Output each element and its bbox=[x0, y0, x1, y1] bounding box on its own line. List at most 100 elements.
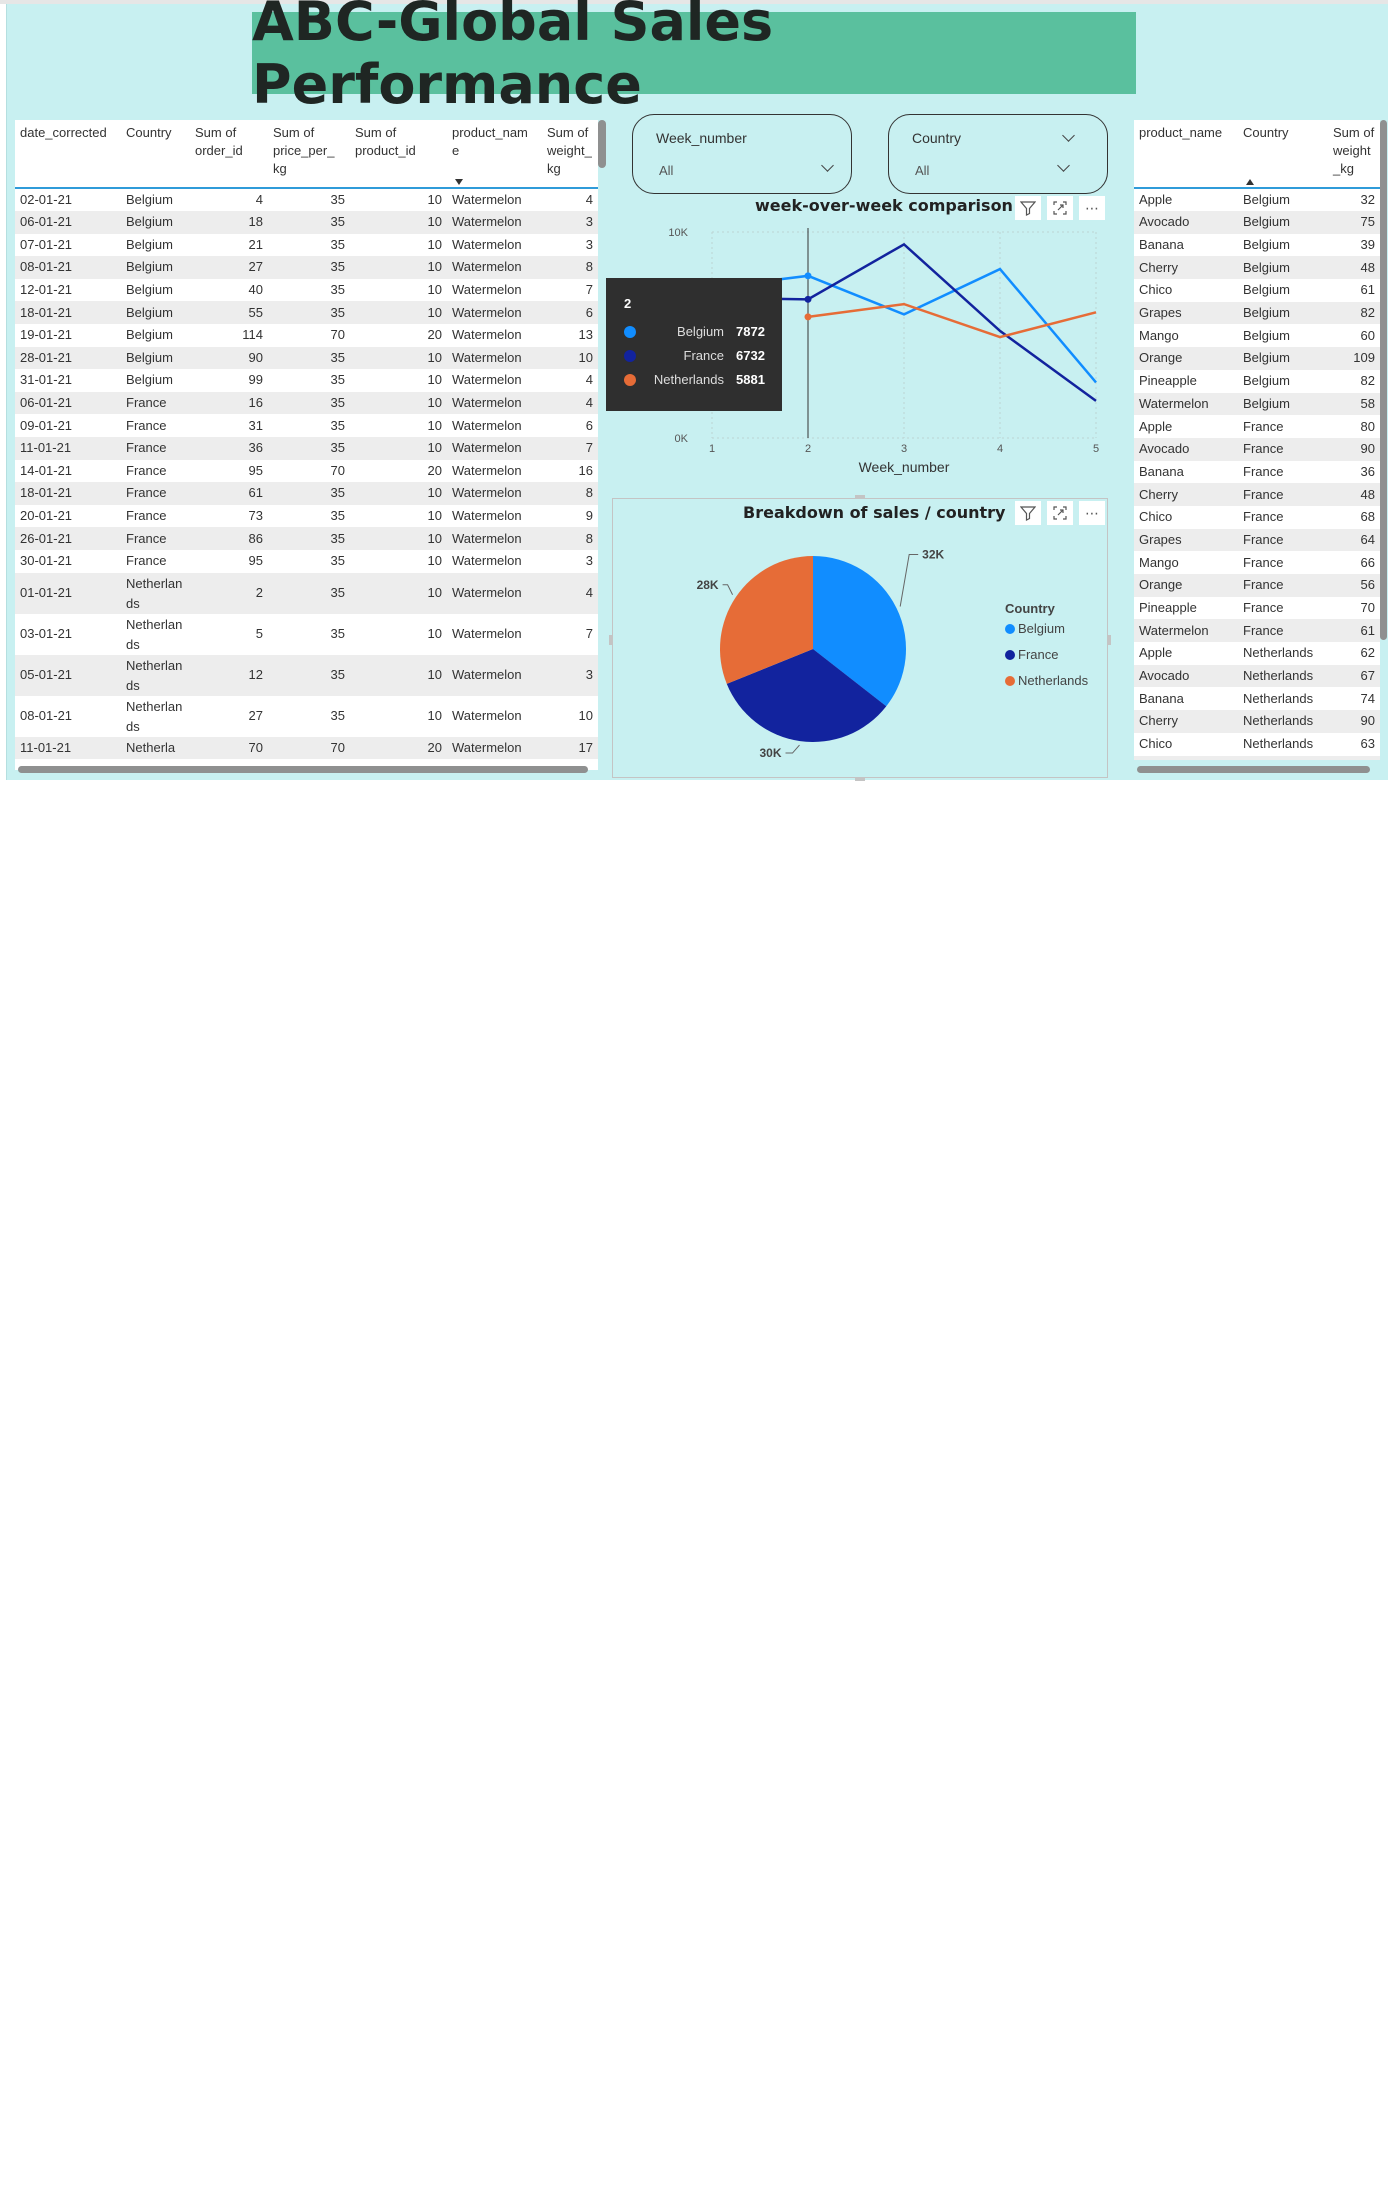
column-header-label: product_name bbox=[1139, 125, 1223, 140]
sort-descending-icon[interactable] bbox=[455, 179, 463, 185]
table-row[interactable]: 11-01-21 Netherla 70 70 20 Watermelon 17 bbox=[15, 736, 598, 760]
table-row[interactable]: 01-01-21 Netherlands 2 35 10 Watermelon 4 bbox=[15, 572, 598, 614]
vertical-scrollbar[interactable] bbox=[1380, 120, 1387, 640]
table-row[interactable]: 05-01-21 Netherlands 12 35 10 Watermelon 3 bbox=[15, 654, 598, 696]
vertical-scrollbar[interactable] bbox=[598, 120, 606, 168]
table-row[interactable]: Pineapple France 70 bbox=[1134, 597, 1380, 620]
table-row[interactable]: Apple Netherlands 62 bbox=[1134, 642, 1380, 665]
table-cell: France bbox=[121, 391, 190, 415]
table-row[interactable]: Avocado Netherlands 67 bbox=[1134, 664, 1380, 688]
slicer-country[interactable]: Country All bbox=[888, 114, 1108, 194]
table-row[interactable]: Orange Belgium 109 bbox=[1134, 347, 1380, 370]
table-row[interactable]: Grapes France 64 bbox=[1134, 528, 1380, 552]
table-cell: 66 bbox=[1360, 554, 1375, 570]
table-row[interactable]: 11-01-21 France 36 35 10 Watermelon 7 bbox=[15, 436, 598, 460]
table-row[interactable]: 30-01-21 France 95 35 10 Watermelon 3 bbox=[15, 550, 598, 573]
table-cell: Cherry bbox=[1134, 710, 1238, 733]
table-row[interactable]: Banana Netherlands 74 bbox=[1134, 687, 1380, 710]
column-header[interactable]: Sum of product_id bbox=[350, 120, 447, 189]
table-cell: 10 bbox=[427, 192, 442, 207]
column-header[interactable]: product_name bbox=[1134, 120, 1238, 189]
table-row[interactable]: Cherry France 48 bbox=[1134, 483, 1380, 506]
table-row[interactable]: 28-01-21 Belgium 90 35 10 Watermelon 10 bbox=[15, 346, 598, 370]
table-row[interactable]: 26-01-21 France 86 35 10 Watermelon 8 bbox=[15, 527, 598, 550]
table-row[interactable]: Mango France 66 bbox=[1134, 551, 1380, 574]
chevron-down-icon[interactable] bbox=[1062, 129, 1075, 142]
table-row[interactable]: Avocado Belgium 75 bbox=[1134, 211, 1380, 234]
table-row[interactable]: 02-01-21 Belgium 4 35 10 Watermelon 4 bbox=[15, 188, 598, 211]
table-cell: 36 bbox=[1360, 463, 1375, 479]
chevron-down-icon[interactable] bbox=[1057, 159, 1070, 172]
resize-handle[interactable] bbox=[1107, 635, 1111, 645]
table-row[interactable]: Banana France 36 bbox=[1134, 461, 1380, 484]
table-row[interactable]: 20-01-21 France 73 35 10 Watermelon 9 bbox=[15, 505, 598, 528]
left-table-visual[interactable]: date_corrected Country Sum of order_id Sum … bbox=[15, 120, 598, 770]
column-header[interactable]: Sum of price_per_ kg bbox=[268, 120, 350, 189]
slicer-week-number[interactable]: Week_number All bbox=[632, 114, 852, 194]
table-row[interactable]: 14-01-21 France 95 70 20 Watermelon 16 bbox=[15, 460, 598, 483]
table-row[interactable]: Cherry Belgium 48 bbox=[1134, 256, 1380, 280]
table-row[interactable]: Cherry Netherlands 90 bbox=[1134, 710, 1380, 733]
column-header[interactable]: product_nam e bbox=[447, 120, 542, 189]
table-row[interactable]: Pineapple Belgium 82 bbox=[1134, 370, 1380, 393]
table-cell: Netherlands bbox=[126, 616, 183, 652]
column-header[interactable]: Country bbox=[1238, 120, 1328, 189]
right-table-visual[interactable]: product_name Country Sum of weight _kg App… bbox=[1134, 120, 1380, 760]
table-row[interactable]: 19-01-21 Belgium 114 70 20 Watermelon 13 bbox=[15, 324, 598, 347]
table-cell: Belgium bbox=[1243, 327, 1290, 343]
table-row[interactable]: Apple France 80 bbox=[1134, 415, 1380, 438]
resize-handle[interactable] bbox=[855, 495, 865, 499]
horizontal-scrollbar[interactable] bbox=[18, 766, 588, 773]
legend-dot-icon bbox=[624, 374, 636, 386]
table-cell: Belgium bbox=[1238, 301, 1328, 325]
table-cell: 27 bbox=[248, 708, 263, 723]
column-header[interactable]: date_corrected bbox=[15, 120, 121, 189]
horizontal-scrollbar[interactable] bbox=[1137, 766, 1370, 773]
table-row[interactable]: Chico Netherlands 63 bbox=[1134, 733, 1380, 756]
table-row[interactable]: Apple Belgium 32 bbox=[1134, 188, 1380, 211]
column-header[interactable]: Country bbox=[121, 120, 190, 189]
pie-chart-visual[interactable]: Breakdown of sales / country ⋯ 32K 30K 28K… bbox=[609, 495, 1111, 781]
sort-ascending-icon[interactable] bbox=[1246, 179, 1254, 185]
table-cell: Netherlands bbox=[121, 654, 190, 696]
pie-leader-line bbox=[722, 584, 734, 595]
resize-handle[interactable] bbox=[855, 777, 865, 781]
column-header[interactable]: Sum of weight _kg bbox=[1328, 120, 1380, 189]
table-row[interactable]: 08-01-21 Belgium 27 35 10 Watermelon 8 bbox=[15, 256, 598, 279]
table-row[interactable]: 08-01-21 Netherlands 27 35 10 Watermelon 10 bbox=[15, 696, 598, 737]
table-cell: 10 bbox=[427, 508, 442, 524]
table-cell: 80 bbox=[1360, 418, 1375, 434]
table-cell: 67 bbox=[1328, 664, 1380, 688]
table-row[interactable]: Grapes Belgium 82 bbox=[1134, 301, 1380, 325]
table-row[interactable]: Orange France 56 bbox=[1134, 574, 1380, 597]
table-row[interactable]: 07-01-21 Belgium 21 35 10 Watermelon 3 bbox=[15, 234, 598, 257]
table-cell: France bbox=[1238, 619, 1328, 643]
table-row[interactable]: Watermelon France 61 bbox=[1134, 619, 1380, 643]
table-cell: Pineapple bbox=[1139, 373, 1197, 389]
column-header[interactable]: Sum of order_id bbox=[190, 120, 268, 189]
table-row[interactable]: 06-01-21 France 16 35 10 Watermelon 4 bbox=[15, 391, 598, 415]
table-cell: 20 bbox=[350, 736, 447, 760]
table-row[interactable]: Mango Belgium 60 bbox=[1134, 324, 1380, 347]
table-row[interactable]: GrapesNetherlands55 bbox=[1134, 755, 1380, 760]
table-row[interactable]: 18-01-21 Belgium 55 35 10 Watermelon 6 bbox=[15, 301, 598, 324]
table-cell: 55 bbox=[190, 301, 268, 324]
table-row[interactable]: Chico France 68 bbox=[1134, 506, 1380, 529]
table-row[interactable]: Chico Belgium 61 bbox=[1134, 279, 1380, 302]
table-row[interactable]: 12-01-21 Belgium 40 35 10 Watermelon 7 bbox=[15, 279, 598, 302]
column-header[interactable]: Sum of weight_ kg bbox=[542, 120, 598, 189]
table-row[interactable]: 31-01-21 Belgium 99 35 10 Watermelon 4 bbox=[15, 369, 598, 392]
table-row[interactable]: 03-01-21 Netherlands 5 35 10 Watermelon 7 bbox=[15, 614, 598, 655]
table-row[interactable]: 06-01-21 Belgium 18 35 10 Watermelon 3 bbox=[15, 211, 598, 234]
resize-handle[interactable] bbox=[609, 635, 613, 645]
table-row[interactable]: Watermelon Belgium 58 bbox=[1134, 392, 1380, 416]
table-cell: Chico bbox=[1139, 736, 1173, 752]
table-cell: 35 bbox=[330, 282, 345, 298]
table-row[interactable]: 09-01-21 France 31 35 10 Watermelon 6 bbox=[15, 414, 598, 437]
table-cell: Watermelon bbox=[452, 236, 522, 252]
chevron-down-icon[interactable] bbox=[821, 159, 834, 172]
table-row[interactable]: 18-01-21 France 61 35 10 Watermelon 8 bbox=[15, 482, 598, 505]
table-row[interactable]: Avocado France 90 bbox=[1134, 437, 1380, 461]
table-row[interactable]: Banana Belgium 39 bbox=[1134, 234, 1380, 257]
table-cell: Watermelon bbox=[447, 654, 542, 696]
